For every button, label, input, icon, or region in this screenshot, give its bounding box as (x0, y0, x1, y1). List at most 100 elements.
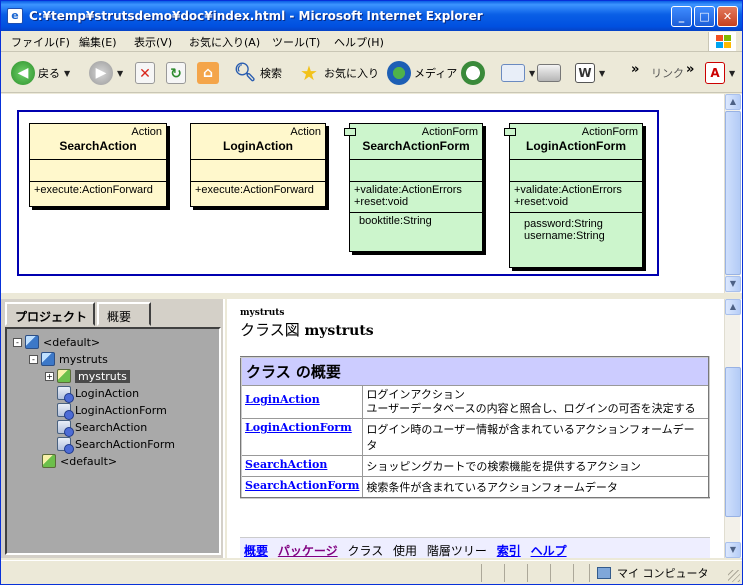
nav-help-link[interactable]: ヘルプ (531, 544, 567, 558)
tree-node-mystruts-project[interactable]: - mystruts (29, 351, 108, 367)
menu-tools[interactable]: ツール(T) (272, 34, 320, 50)
class-description: ログイン時のユーザー情報が含まれているアクションフォームデータ (362, 418, 710, 456)
search-button[interactable]: 🔍︎ 検索 (233, 59, 282, 87)
class-description: 検索条件が含まれているアクションフォームデータ (362, 476, 710, 499)
resize-grip-icon[interactable] (728, 570, 740, 582)
attribute-section (510, 159, 642, 181)
maximize-button[interactable]: □ (694, 6, 715, 27)
mail-button[interactable]: ▼ (501, 59, 535, 87)
status-divider (550, 564, 551, 582)
chevron-down-icon[interactable]: ▼ (64, 69, 70, 78)
table-row: SearchAction ショッピングカートでの検索機能を提供するアクション (240, 455, 710, 477)
chevron-down-icon[interactable]: ▼ (729, 69, 735, 78)
history-button[interactable] (461, 59, 485, 87)
forward-button[interactable]: ▶ ▼ (89, 59, 123, 87)
print-button[interactable] (537, 59, 561, 87)
tree-node-label: mystruts (75, 369, 130, 383)
scroll-down-icon[interactable]: ▼ (725, 542, 741, 558)
chevron-down-icon[interactable]: ▼ (117, 69, 123, 78)
field-label: booktitle:String (350, 212, 482, 229)
component-tab-icon (504, 128, 516, 136)
class-description: ショッピングカートでの検索機能を提供するアクション (362, 455, 710, 477)
ie-app-icon[interactable]: e (7, 8, 23, 24)
favorites-button[interactable]: ★ お気に入り (297, 59, 379, 87)
left-pane: プロジェクト 概要 - <default> - mystruts + mystr… (1, 299, 225, 558)
tree-node-default-package[interactable]: <default> (42, 453, 117, 469)
collapse-toggle[interactable]: - (29, 354, 38, 364)
class-name: LoginActionForm (526, 139, 626, 153)
menu-help[interactable]: ヘルプ(H) (334, 34, 384, 50)
diagram-scrollbar[interactable]: ▲ ▼ (724, 94, 741, 293)
class-link-search-action-form[interactable]: SearchActionForm (240, 476, 364, 499)
menu-edit[interactable]: 編集(E) (79, 34, 117, 50)
tree-node-search-action[interactable]: SearchAction (57, 419, 148, 437)
operation-label: +execute:ActionForward (30, 181, 166, 198)
menu-favorites[interactable]: お気に入り(A) (189, 34, 260, 50)
pdf-button[interactable]: A ▼ (705, 59, 735, 87)
content-scrollbar[interactable]: ▲ ▼ (724, 299, 741, 558)
class-link-search-action[interactable]: SearchAction (240, 455, 364, 477)
class-link-login-action-form[interactable]: LoginActionForm (240, 418, 364, 456)
menu-view[interactable]: 表示(V) (134, 34, 172, 50)
refresh-button[interactable]: ↻ (166, 59, 186, 87)
toolbar: ◀ 戻る ▼ ▶ ▼ ✕ ↻ ⌂ 🔍︎ 検索 ★ お気に入り メディア ▼ W … (1, 53, 742, 93)
menu-bar: ファイル(F) 編集(E) 表示(V) お気に入り(A) ツール(T) ヘルプ(… (1, 31, 742, 52)
scroll-thumb[interactable] (725, 111, 741, 275)
table-row: LoginAction ログインアクション ユーザーデータベースの内容と照合し、… (240, 385, 710, 419)
scroll-thumb[interactable] (725, 367, 741, 517)
tree-node-search-action-form[interactable]: SearchActionForm (57, 436, 175, 454)
uml-class-login-action[interactable]: Action LoginAction +execute:ActionForwar… (190, 123, 326, 207)
tree-node-label: SearchAction (75, 420, 148, 434)
status-divider (527, 564, 528, 582)
stop-button[interactable]: ✕ (135, 59, 155, 87)
collapse-toggle[interactable]: - (13, 337, 22, 347)
chevron-down-icon[interactable]: ▼ (599, 69, 605, 78)
scroll-down-icon[interactable]: ▼ (725, 276, 741, 292)
tree-node-login-action[interactable]: LoginAction (57, 385, 139, 403)
operation-section: +validate:ActionErrors +reset:void (510, 181, 642, 212)
tree-node-default-project[interactable]: - <default> (13, 334, 100, 350)
uml-class-search-action[interactable]: Action SearchAction +execute:ActionForwa… (29, 123, 167, 207)
tab-overview[interactable]: 概要 (97, 302, 151, 326)
expand-toggle[interactable]: + (45, 371, 54, 381)
nav-overview-link[interactable]: 概要 (244, 544, 268, 558)
home-button[interactable]: ⌂ (197, 59, 219, 87)
nav-use-text: 使用 (393, 544, 418, 558)
nav-tree-text: 階層ツリー (426, 544, 487, 558)
page-title: クラス図 mystruts (240, 319, 374, 340)
component-tab-icon (344, 128, 356, 136)
tree-node-login-action-form[interactable]: LoginActionForm (57, 402, 167, 420)
links-label[interactable]: リンク (651, 59, 684, 87)
mail-icon (501, 64, 525, 82)
project-icon (25, 335, 39, 349)
operation-section: +validate:ActionErrors +reset:void (350, 181, 482, 212)
class-name: SearchActionForm (362, 139, 470, 153)
close-button[interactable]: ✕ (717, 6, 738, 27)
tab-project[interactable]: プロジェクト (5, 302, 95, 326)
scroll-up-icon[interactable]: ▲ (725, 299, 741, 315)
nav-index-link[interactable]: 索引 (497, 544, 521, 558)
table-row: LoginActionForm ログイン時のユーザー情報が含まれているアクション… (240, 418, 710, 456)
class-diagram: Action SearchAction +execute:ActionForwa… (17, 110, 659, 276)
uml-class-search-action-form[interactable]: ActionForm SearchActionForm +validate:Ac… (344, 123, 483, 252)
tree-node-mystruts-package[interactable]: + mystruts (45, 368, 130, 384)
toolbar-more-chevron[interactable]: » (631, 55, 639, 83)
package-name-small: mystruts (240, 308, 285, 318)
nav-package-link[interactable]: パッケージ (278, 544, 338, 558)
project-icon (41, 352, 55, 366)
window-title: C:¥temp¥strutsdemo¥doc¥index.html - Micr… (29, 9, 483, 23)
class-icon (57, 403, 74, 420)
chevron-down-icon[interactable]: ▼ (529, 69, 535, 78)
links-more-chevron[interactable]: » (686, 55, 694, 83)
minimize-button[interactable]: _ (671, 6, 692, 27)
media-globe-icon (387, 61, 411, 85)
title-bar[interactable]: e C:¥temp¥strutsdemo¥doc¥index.html - Mi… (1, 1, 742, 31)
back-button[interactable]: ◀ 戻る ▼ (11, 59, 70, 87)
scroll-up-icon[interactable]: ▲ (725, 94, 741, 110)
star-icon: ★ (300, 61, 318, 85)
class-link-login-action[interactable]: LoginAction (240, 385, 364, 419)
edit-button[interactable]: W ▼ (575, 59, 605, 87)
media-button[interactable]: メディア (387, 59, 457, 87)
menu-file[interactable]: ファイル(F) (11, 34, 70, 50)
uml-class-login-action-form[interactable]: ActionForm LoginActionForm +validate:Act… (504, 123, 643, 268)
